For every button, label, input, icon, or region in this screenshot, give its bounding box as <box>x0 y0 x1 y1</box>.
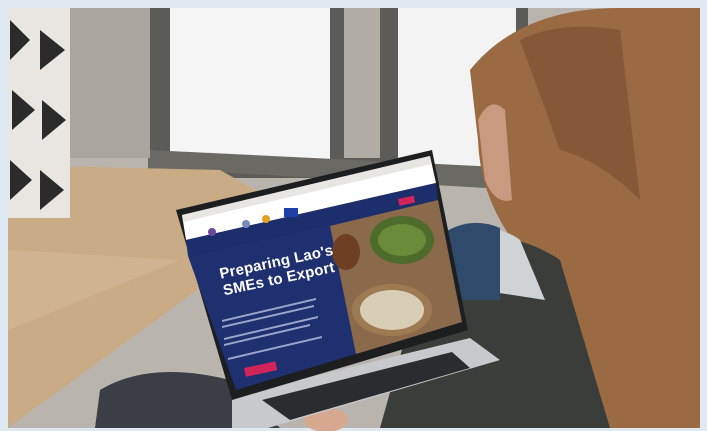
laptop <box>176 150 500 428</box>
partner-logo-2 <box>242 220 250 228</box>
white-grains <box>360 290 424 330</box>
green-beans <box>378 224 426 256</box>
eu-flag-logo <box>284 208 298 217</box>
partner-logo-3 <box>262 215 270 223</box>
photo-scene: Preparing Lao's SMEs to Export <box>0 0 707 431</box>
partner-logo-1 <box>208 228 216 236</box>
